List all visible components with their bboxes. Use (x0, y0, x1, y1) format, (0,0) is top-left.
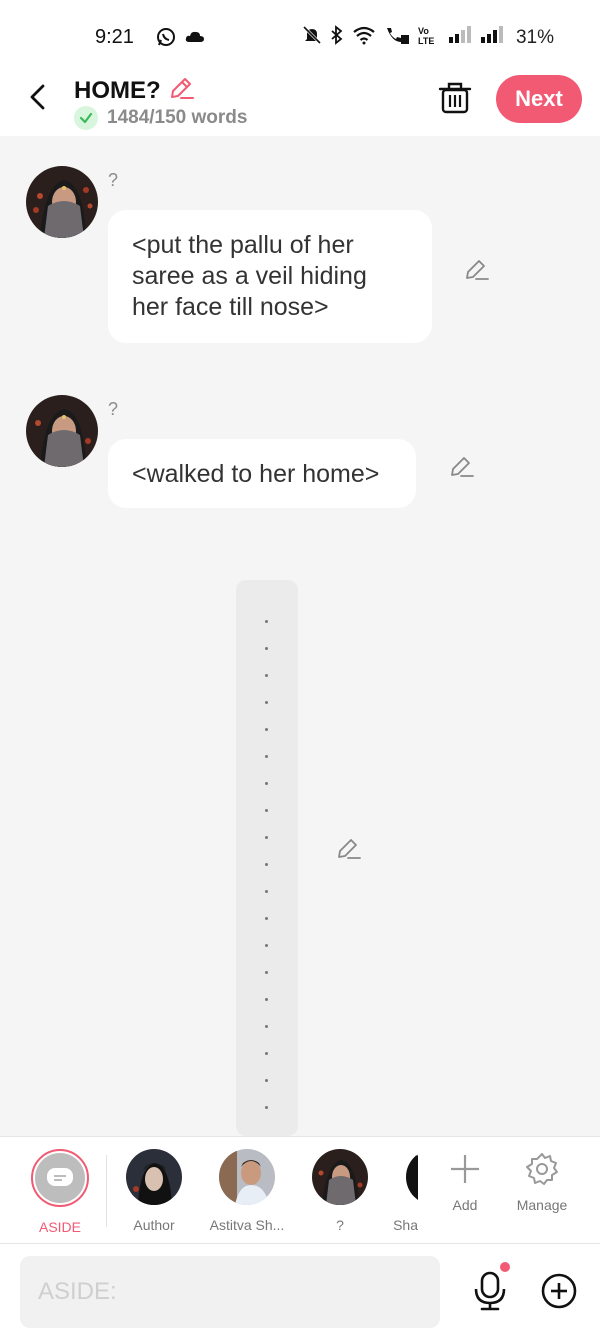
character-aside[interactable]: ASIDE (15, 1149, 105, 1235)
character-partial[interactable]: Sha (374, 1149, 418, 1233)
avatar (126, 1149, 182, 1205)
status-bar: 9:21 Vo LTE 31% (0, 0, 600, 72)
word-count: 1484/150 words (107, 107, 248, 128)
signal-icon (480, 25, 504, 45)
character-label: Sha (393, 1217, 418, 1233)
character-unknown[interactable]: ? (295, 1149, 385, 1233)
dot (265, 917, 268, 920)
status-time: 9:21 (95, 26, 134, 48)
dot (265, 1079, 268, 1082)
edit-message-icon[interactable] (448, 453, 476, 481)
dot (265, 836, 268, 839)
avatar[interactable] (26, 395, 98, 467)
edit-message-icon[interactable] (335, 835, 363, 863)
cloud-icon (184, 27, 206, 47)
character-bar: ASIDE Author Astitva Sh... ? Sha Add Man… (0, 1136, 600, 1244)
bluetooth-icon (330, 25, 344, 45)
sender-name: ? (108, 170, 119, 190)
manage-label: Manage (516, 1197, 568, 1213)
dot (265, 998, 268, 1001)
whatsapp-icon (156, 27, 176, 47)
dot (265, 728, 268, 731)
dot (265, 944, 268, 947)
edit-title-icon[interactable] (167, 74, 195, 107)
plus-icon (447, 1151, 483, 1187)
svg-text:Vo: Vo (418, 26, 429, 36)
dot (265, 890, 268, 893)
dot (265, 674, 268, 677)
dot (265, 1106, 268, 1109)
dot (265, 755, 268, 758)
dot (265, 809, 268, 812)
app-header: HOME? 1484/150 words Next (0, 72, 600, 136)
battery-level: 31% (515, 27, 554, 48)
edit-message-icon[interactable] (463, 256, 491, 284)
gear-icon (524, 1151, 560, 1187)
page-title[interactable]: HOME? (74, 77, 161, 105)
dot (265, 1025, 268, 1028)
microphone-icon[interactable] (470, 1269, 510, 1313)
wifi-calling-icon (384, 25, 410, 45)
dot (265, 620, 268, 623)
mute-icon (302, 25, 322, 45)
avatar[interactable] (26, 166, 98, 238)
input-bar (0, 1244, 600, 1340)
add-circle-icon[interactable] (540, 1272, 578, 1310)
sender-name: ? (108, 399, 119, 419)
signal-icon (448, 25, 472, 45)
dot (265, 647, 268, 650)
recording-indicator (500, 1262, 510, 1272)
divider (106, 1155, 107, 1227)
wifi-icon (352, 25, 376, 45)
dot (265, 863, 268, 866)
check-icon (74, 106, 98, 130)
back-arrow-icon[interactable] (24, 82, 54, 112)
character-label: Astitva Sh... (209, 1217, 285, 1233)
message-bubble[interactable]: <put the pallu of her saree as a veil hi… (108, 210, 432, 343)
manage-button[interactable]: Manage (497, 1151, 587, 1213)
avatar (406, 1149, 418, 1205)
dot (265, 1052, 268, 1055)
aside-input[interactable] (20, 1256, 440, 1328)
message-bubble[interactable]: <walked to her home> (108, 439, 416, 508)
volte-icon: Vo LTE (418, 25, 440, 45)
trash-icon[interactable] (438, 80, 472, 116)
character-author[interactable]: Author (109, 1149, 199, 1233)
dot (265, 701, 268, 704)
next-button[interactable]: Next (496, 75, 582, 123)
character-label: Author (133, 1217, 175, 1233)
avatar (219, 1149, 275, 1205)
avatar (312, 1149, 368, 1205)
character-label: ? (336, 1217, 344, 1233)
scene-break-block[interactable] (236, 580, 298, 1136)
dot (265, 971, 268, 974)
svg-text:LTE: LTE (418, 36, 434, 45)
character-label: ASIDE (38, 1219, 81, 1235)
dot (265, 782, 268, 785)
character-astitva[interactable]: Astitva Sh... (202, 1149, 292, 1233)
chat-bubble-icon (35, 1153, 85, 1203)
